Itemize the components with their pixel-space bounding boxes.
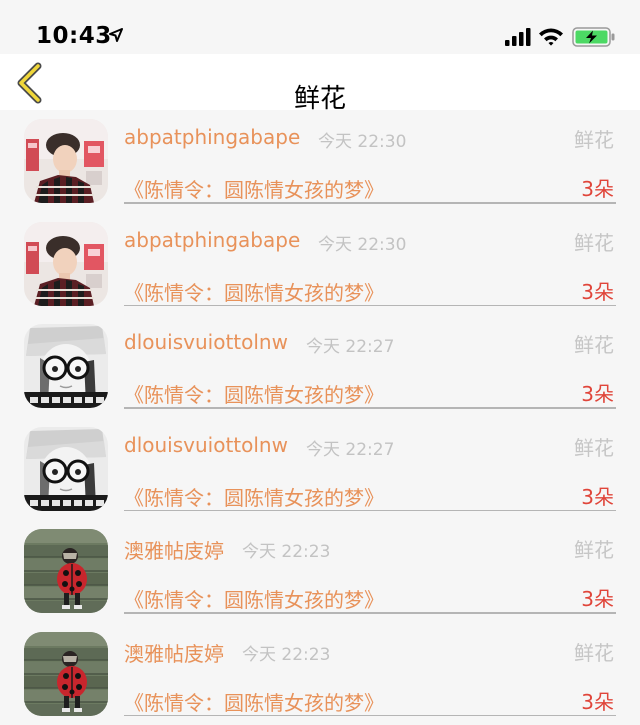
- work-title[interactable]: 《陈情令：圆陈情女孩的梦》: [124, 584, 384, 613]
- timestamp: 今天 22:27: [306, 332, 394, 357]
- avatar-glasses-bw[interactable]: [24, 324, 108, 408]
- divider: [124, 407, 616, 409]
- location-arrow-icon: [109, 28, 123, 42]
- gift-type: 鲜花: [574, 432, 614, 461]
- gift-quantity: 3朵: [581, 481, 614, 510]
- avatar-ladybug-child[interactable]: [24, 529, 108, 613]
- gift-type: 鲜花: [574, 329, 614, 358]
- username[interactable]: 澳雅帖庋婷: [124, 535, 224, 564]
- username[interactable]: abpatphingabape: [124, 125, 300, 149]
- status-bar: 10:43: [0, 0, 640, 54]
- timestamp: 今天 22:23: [242, 537, 330, 562]
- timestamp: 今天 22:27: [306, 435, 394, 460]
- list-item[interactable]: 澳雅帖庋婷 今天 22:23 鲜花 《陈情令：圆陈情女孩的梦》 3朵: [0, 520, 640, 623]
- list-item[interactable]: dlouisvuiottolnw 今天 22:27 鲜花 《陈情令：圆陈情女孩的…: [0, 418, 640, 521]
- divider: [124, 202, 616, 204]
- gift-type: 鲜花: [574, 534, 614, 563]
- list-item[interactable]: abpatphingabape 今天 22:30 鲜花 《陈情令：圆陈情女孩的梦…: [0, 110, 640, 213]
- username[interactable]: 澳雅帖庋婷: [124, 638, 224, 667]
- work-title[interactable]: 《陈情令：圆陈情女孩的梦》: [124, 482, 384, 511]
- gift-quantity: 3朵: [581, 276, 614, 305]
- gift-quantity: 3朵: [581, 378, 614, 407]
- avatar-boy-plaid[interactable]: [24, 119, 108, 203]
- work-title[interactable]: 《陈情令：圆陈情女孩的梦》: [124, 277, 384, 306]
- list-item[interactable]: 澳雅帖庋婷 今天 22:23 鲜花 《陈情令：圆陈情女孩的梦》 3朵: [0, 623, 640, 725]
- divider: [124, 715, 616, 717]
- work-title[interactable]: 《陈情令：圆陈情女孩的梦》: [124, 379, 384, 408]
- work-title[interactable]: 《陈情令：圆陈情女孩的梦》: [124, 687, 384, 716]
- timestamp: 今天 22:23: [242, 640, 330, 665]
- divider: [124, 612, 616, 614]
- signal-icon: [505, 28, 531, 46]
- avatar-glasses-bw[interactable]: [24, 427, 108, 511]
- username[interactable]: abpatphingabape: [124, 228, 300, 252]
- timestamp: 今天 22:30: [318, 230, 406, 255]
- battery-charging-icon: [572, 27, 616, 47]
- gift-type: 鲜花: [574, 124, 614, 153]
- divider: [124, 305, 616, 307]
- status-time: 10:43: [36, 23, 112, 49]
- nav-bar: 鲜花: [0, 54, 640, 110]
- list-item[interactable]: dlouisvuiottolnw 今天 22:27 鲜花 《陈情令：圆陈情女孩的…: [0, 315, 640, 418]
- gift-quantity: 3朵: [581, 686, 614, 715]
- work-title[interactable]: 《陈情令：圆陈情女孩的梦》: [124, 174, 384, 203]
- divider: [124, 510, 616, 512]
- gift-list: abpatphingabape 今天 22:30 鲜花 《陈情令：圆陈情女孩的梦…: [0, 110, 640, 725]
- avatar-ladybug-child[interactable]: [24, 632, 108, 716]
- gift-quantity: 3朵: [581, 583, 614, 612]
- username[interactable]: dlouisvuiottolnw: [124, 330, 288, 354]
- avatar-boy-plaid[interactable]: [24, 222, 108, 306]
- gift-type: 鲜花: [574, 227, 614, 256]
- wifi-icon: [538, 27, 564, 46]
- gift-type: 鲜花: [574, 637, 614, 666]
- username[interactable]: dlouisvuiottolnw: [124, 433, 288, 457]
- list-item[interactable]: abpatphingabape 今天 22:30 鲜花 《陈情令：圆陈情女孩的梦…: [0, 213, 640, 316]
- timestamp: 今天 22:30: [318, 127, 406, 152]
- gift-quantity: 3朵: [581, 173, 614, 202]
